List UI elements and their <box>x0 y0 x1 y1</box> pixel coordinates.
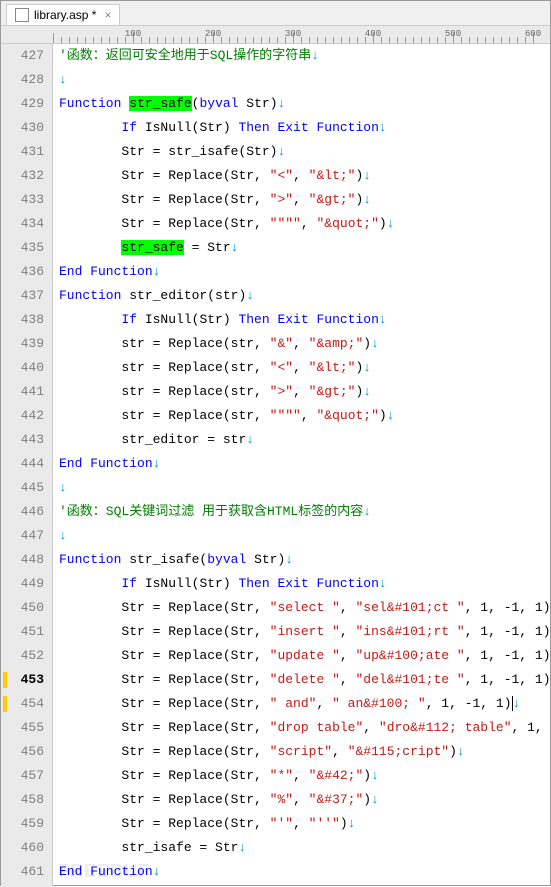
line-number: 436 <box>1 260 44 284</box>
code-line[interactable]: Str = Replace(Str, """", "&quot;")↓ <box>59 212 550 236</box>
code-line[interactable]: Function str_isafe(byval Str)↓ <box>59 548 550 572</box>
line-number: 460 <box>1 836 44 860</box>
code-line[interactable]: '函数：SQL关键词过滤 用于获取含HTML标签的内容↓ <box>59 500 550 524</box>
code-line[interactable]: Str = Replace(Str, ">", "&gt;")↓ <box>59 188 550 212</box>
line-number: 459 <box>1 812 44 836</box>
line-number: 451 <box>1 620 44 644</box>
code-line[interactable]: Str = Replace(Str, "delete ", "del&#101;… <box>59 668 550 692</box>
close-icon[interactable]: × <box>104 8 111 22</box>
code-line[interactable]: If IsNull(Str) Then Exit Function↓ <box>59 572 550 596</box>
line-number: 445 <box>1 476 44 500</box>
line-number: 438 <box>1 308 44 332</box>
code-line[interactable]: End Function↓ <box>59 260 550 284</box>
line-number: 447 <box>1 524 44 548</box>
line-number: 441 <box>1 380 44 404</box>
file-icon <box>15 8 29 22</box>
line-number: 450 <box>1 596 44 620</box>
line-number: 430 <box>1 116 44 140</box>
code-line[interactable]: Str = Replace(Str, "*", "&#42;")↓ <box>59 764 550 788</box>
code-line[interactable]: ↓ <box>59 68 550 92</box>
code-line[interactable]: str = Replace(str, """", "&quot;")↓ <box>59 404 550 428</box>
code-line[interactable]: Str = Replace(Str, "script", "&#115;crip… <box>59 740 550 764</box>
code-line[interactable]: '函数：返回可安全地用于SQL操作的字符串↓ <box>59 44 550 68</box>
line-number: 443 <box>1 428 44 452</box>
line-number: 449 <box>1 572 44 596</box>
line-number: 432 <box>1 164 44 188</box>
line-number: 431 <box>1 140 44 164</box>
ruler: 100200300400500600 <box>1 26 550 44</box>
code-line[interactable]: Str = Replace(Str, "'", "''")↓ <box>59 812 550 836</box>
line-number: 448 <box>1 548 44 572</box>
line-number: 442 <box>1 404 44 428</box>
line-number: 439 <box>1 332 44 356</box>
code-line[interactable]: str_safe = Str↓ <box>59 236 550 260</box>
code-line[interactable]: str_editor = str↓ <box>59 428 550 452</box>
line-number: 452 <box>1 644 44 668</box>
line-number: 444 <box>1 452 44 476</box>
code-line[interactable]: Str = Replace(Str, "update ", "up&#100;a… <box>59 644 550 668</box>
code-line[interactable]: If IsNull(Str) Then Exit Function↓ <box>59 308 550 332</box>
code-line[interactable]: str = Replace(str, "&", "&amp;")↓ <box>59 332 550 356</box>
code-line[interactable]: Str = Replace(Str, "insert ", "ins&#101;… <box>59 620 550 644</box>
code-line[interactable]: Function str_editor(str)↓ <box>59 284 550 308</box>
code-line[interactable]: Str = str_isafe(Str)↓ <box>59 140 550 164</box>
line-number: 457 <box>1 764 44 788</box>
line-number: 435 <box>1 236 44 260</box>
code-line[interactable]: Str = Replace(Str, "select ", "sel&#101;… <box>59 596 550 620</box>
line-number: 453 <box>1 668 44 692</box>
code-line[interactable]: ↓ <box>59 476 550 500</box>
line-number-gutter: 4274284294304314324334344354364374384394… <box>1 44 53 887</box>
line-number: 440 <box>1 356 44 380</box>
line-number: 434 <box>1 212 44 236</box>
change-marker <box>3 696 7 712</box>
code-line[interactable]: Str = Replace(Str, "%", "&#37;")↓ <box>59 788 550 812</box>
line-number: 454 <box>1 692 44 716</box>
code-line[interactable]: If IsNull(Str) Then Exit Function↓ <box>59 116 550 140</box>
code-line[interactable]: Str = Replace(Str, "drop table", "dro&#1… <box>59 716 550 740</box>
line-number: 458 <box>1 788 44 812</box>
code-line[interactable]: str_isafe = Str↓ <box>59 836 550 860</box>
change-marker <box>3 672 7 688</box>
code-line[interactable]: Str = Replace(Str, "<", "&lt;")↓ <box>59 164 550 188</box>
line-number: 461 <box>1 860 44 884</box>
line-number: 433 <box>1 188 44 212</box>
line-number: 456 <box>1 740 44 764</box>
line-number: 428 <box>1 68 44 92</box>
tab-bar: library.asp * × <box>1 1 550 26</box>
code-line[interactable]: str = Replace(str, ">", "&gt;")↓ <box>59 380 550 404</box>
code-line[interactable]: End Function↓ <box>59 860 550 884</box>
code-area[interactable]: FREEBUF '函数：返回可安全地用于SQL操作的字符串↓↓Function … <box>53 44 550 887</box>
code-line[interactable]: str = Replace(str, "<", "&lt;")↓ <box>59 356 550 380</box>
line-number: 427 <box>1 44 44 68</box>
line-number: 437 <box>1 284 44 308</box>
tab-filename: library.asp * <box>34 8 96 22</box>
code-line[interactable]: Function str_safe(byval Str)↓ <box>59 92 550 116</box>
code-line[interactable]: End Function↓ <box>59 452 550 476</box>
file-tab[interactable]: library.asp * × <box>6 4 120 25</box>
line-number: 455 <box>1 716 44 740</box>
line-number: 429 <box>1 92 44 116</box>
code-line[interactable]: Str = Replace(Str, " and", " an&#100; ",… <box>59 692 550 716</box>
code-line[interactable]: ↓ <box>59 524 550 548</box>
line-number: 446 <box>1 500 44 524</box>
code-editor[interactable]: 4274284294304314324334344354364374384394… <box>1 44 550 887</box>
